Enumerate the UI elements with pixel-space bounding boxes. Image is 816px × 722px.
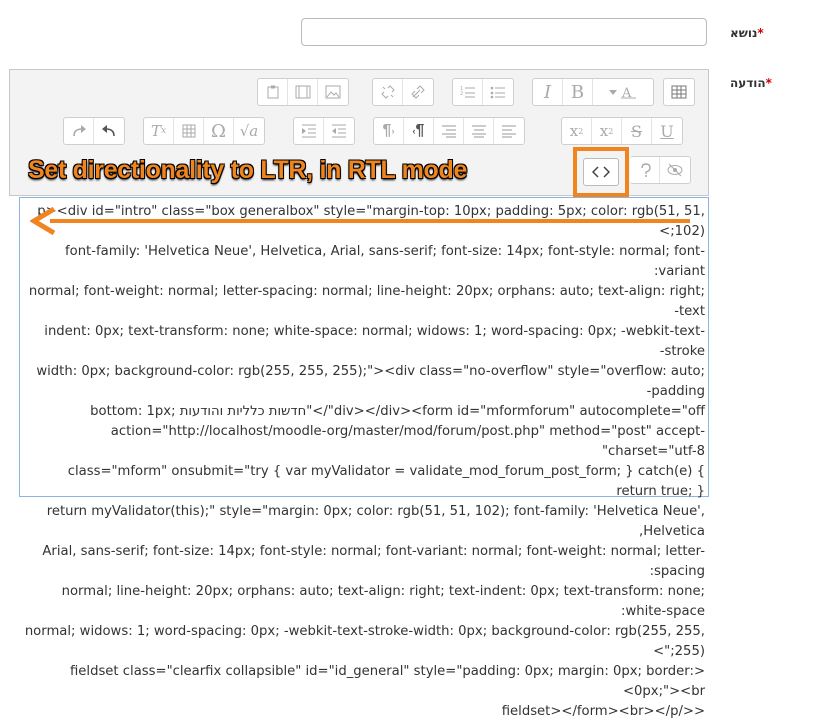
toolbar-group-links bbox=[372, 78, 434, 106]
bold-icon[interactable]: B bbox=[563, 79, 593, 105]
image-icon[interactable] bbox=[318, 79, 348, 105]
clear-format-icon[interactable]: Tx bbox=[144, 118, 174, 144]
italic-icon[interactable]: I bbox=[533, 79, 563, 105]
toolbar-group-script: x2 x2 S U bbox=[561, 117, 683, 145]
outdent-icon[interactable] bbox=[324, 118, 354, 144]
superscript-icon[interactable]: x2 bbox=[562, 118, 592, 144]
source-textarea[interactable]: p><div id="intro" class="box generalbox"… bbox=[19, 197, 709, 719]
code-line: normal; font-weight: normal; letter-spac… bbox=[28, 284, 705, 319]
message-label-text: הודעה bbox=[730, 76, 766, 90]
toolbar-group-indent bbox=[293, 117, 355, 145]
link-icon[interactable] bbox=[403, 79, 433, 105]
svg-text:A: A bbox=[621, 86, 632, 99]
code-line: normal; widows: 1; word-spacing: 0px; -w… bbox=[24, 624, 705, 659]
align-center-icon[interactable] bbox=[464, 118, 494, 144]
code-line: class="mform" onsubmit="try { var myVali… bbox=[67, 464, 705, 499]
code-line: Arial, sans-serif; font-size: 14px; font… bbox=[42, 544, 705, 579]
subject-label: *נושא bbox=[730, 26, 764, 40]
message-label: *הודעה bbox=[730, 76, 772, 90]
toolbar-group-files bbox=[257, 78, 349, 106]
toolbar-group-lists: 12 bbox=[452, 78, 514, 106]
align-left-icon[interactable] bbox=[494, 118, 524, 144]
code-line: p><div id="intro" class="box generalbox"… bbox=[37, 204, 705, 239]
indent-icon[interactable] bbox=[294, 118, 324, 144]
source-button-highlight bbox=[573, 147, 629, 197]
code-line: <</fieldset></form><br></p bbox=[501, 704, 705, 719]
source-code-icon[interactable] bbox=[583, 158, 619, 186]
subject-label-text: נושא bbox=[730, 26, 758, 40]
ltr-icon[interactable]: ¶ › bbox=[374, 118, 404, 144]
toolbar-group-insert: Tx Ω √a bbox=[143, 117, 265, 145]
code-line: font-family: 'Helvetica Neue', Helvetica… bbox=[64, 244, 705, 279]
code-line: action="http://localhost/moodle-org/mast… bbox=[110, 424, 705, 459]
code-line: return myValidator(this);" style="margin… bbox=[46, 504, 705, 539]
code-line: width: 0px; background-color: rgb(255, 2… bbox=[36, 364, 705, 399]
equation-icon[interactable]: √a bbox=[234, 118, 264, 144]
ordered-list-icon[interactable]: 12 bbox=[453, 79, 483, 105]
paste-icon[interactable] bbox=[258, 79, 288, 105]
strikethrough-icon[interactable]: S bbox=[622, 118, 652, 144]
toolbar-group-accessibility bbox=[630, 156, 691, 184]
subscript-icon[interactable]: x2 bbox=[592, 118, 622, 144]
undo-icon[interactable] bbox=[94, 118, 124, 144]
subject-input[interactable] bbox=[301, 18, 707, 46]
underline-icon[interactable]: U bbox=[652, 118, 682, 144]
toolbar-group-history bbox=[63, 117, 125, 145]
code-line: normal; line-height: 20px; orphans: auto… bbox=[61, 584, 705, 619]
align-right-icon[interactable] bbox=[434, 118, 464, 144]
unlink-icon[interactable] bbox=[373, 79, 403, 105]
required-marker: * bbox=[765, 76, 772, 90]
redo-icon[interactable] bbox=[64, 118, 94, 144]
rtl-icon[interactable]: ‹ ¶ bbox=[404, 118, 434, 144]
annotation-callout: Set directionality to LTR, in RTL mode bbox=[28, 156, 468, 184]
required-marker: * bbox=[757, 26, 764, 40]
svg-text:2: 2 bbox=[460, 91, 463, 97]
code-line: indent: 0px; text-transform: none; white… bbox=[44, 324, 705, 359]
code-line: div></div><form id="mformforum" autocomp… bbox=[90, 404, 705, 419]
media-icon[interactable] bbox=[288, 79, 318, 105]
screenreader-helper-icon[interactable] bbox=[660, 157, 690, 183]
code-line: <fieldset class="clearfix collapsible" i… bbox=[69, 664, 705, 699]
table-icon[interactable] bbox=[174, 118, 204, 144]
accessibility-checker-icon[interactable] bbox=[630, 157, 660, 183]
toolbar-group-align: ¶ › ‹ ¶ bbox=[373, 117, 525, 145]
font-color-icon[interactable]: A bbox=[593, 79, 653, 105]
unordered-list-icon[interactable] bbox=[483, 79, 513, 105]
source-code-content[interactable]: p><div id="intro" class="box generalbox"… bbox=[24, 202, 705, 722]
toolbar-group-toggle bbox=[663, 78, 695, 106]
toolbar-toggle-icon[interactable] bbox=[664, 79, 694, 105]
special-char-icon[interactable]: Ω bbox=[204, 118, 234, 144]
toolbar-group-style: I B A bbox=[532, 78, 654, 106]
